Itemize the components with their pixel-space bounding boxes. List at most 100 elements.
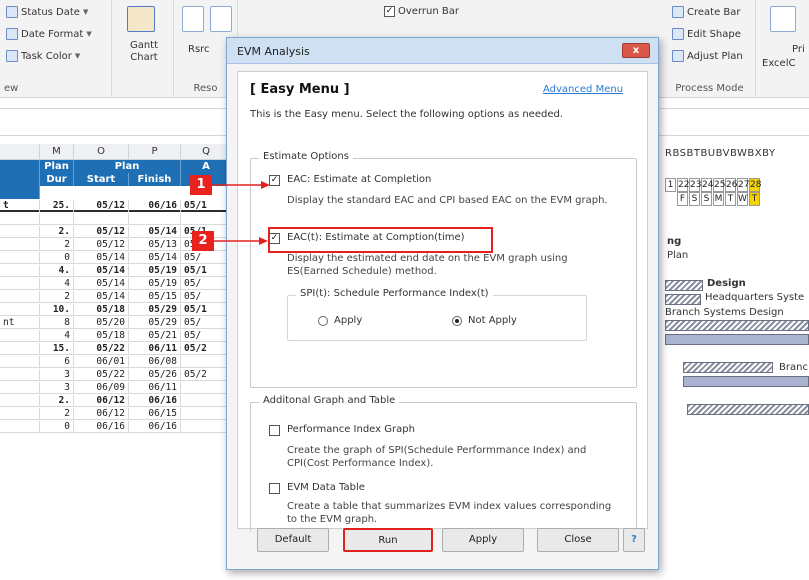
table-row[interactable]: 6 06/01 06/08 <box>0 356 232 368</box>
table-cell-dur[interactable]: 6 <box>40 356 74 368</box>
table-cell-dur[interactable]: 2. <box>40 226 74 238</box>
table-cell-finish[interactable]: 05/14 <box>129 252 181 264</box>
gantt-bar[interactable] <box>665 294 701 305</box>
table-cell-finish[interactable]: 05/29 <box>129 304 181 316</box>
table-cell-dur[interactable]: 4 <box>40 330 74 342</box>
table-cell-finish[interactable]: 05/13 <box>129 239 181 251</box>
table-cell-q[interactable]: 05/1 <box>181 304 232 316</box>
column-header-m[interactable]: M <box>40 144 74 160</box>
table-cell-lead[interactable] <box>0 291 40 303</box>
table-cell-finish[interactable]: 06/08 <box>129 356 181 368</box>
close-dialog-button[interactable]: Close <box>537 528 619 552</box>
table-cell-lead[interactable] <box>0 330 40 342</box>
table-cell-finish[interactable]: 05/29 <box>129 317 181 329</box>
table-row[interactable]: 4 05/14 05/19 05/ <box>0 278 232 290</box>
table-cell-start[interactable]: 05/12 <box>74 239 129 251</box>
table-cell-lead[interactable] <box>0 421 40 433</box>
eac-checkbox[interactable]: ✓ <box>269 175 280 186</box>
apply-button[interactable]: Apply <box>442 528 524 552</box>
eac-label[interactable]: EAC: Estimate at Completion <box>287 174 431 185</box>
apply-radio[interactable] <box>318 316 328 326</box>
table-cell-q[interactable]: 05/ <box>181 330 232 342</box>
date-format-button[interactable]: Date Format ▼ <box>6 28 92 40</box>
excel-export-button[interactable]: ExcelC <box>762 58 795 69</box>
table-row[interactable]: t 25. 05/12 06/16 05/1 <box>0 200 232 212</box>
table-cell-q[interactable]: 05/ <box>181 291 232 303</box>
table-cell-dur[interactable]: 2 <box>40 239 74 251</box>
run-button[interactable]: Run <box>343 528 433 552</box>
table-cell-dur[interactable]: 10. <box>40 304 74 316</box>
table-cell-lead[interactable] <box>0 369 40 381</box>
table-cell-lead[interactable] <box>0 304 40 316</box>
create-bar-button[interactable]: Create Bar <box>672 6 741 18</box>
table-cell-q[interactable]: 05/ <box>181 317 232 329</box>
table-cell-start[interactable]: 06/16 <box>74 421 129 433</box>
table-row[interactable]: 10. 05/18 05/29 05/1 <box>0 304 232 316</box>
table-cell-lead[interactable] <box>0 226 40 238</box>
table-cell-q[interactable] <box>181 395 232 407</box>
table-cell-finish[interactable]: 06/11 <box>129 382 181 394</box>
table-cell-lead[interactable] <box>0 382 40 394</box>
column-header-o[interactable]: O <box>74 144 129 160</box>
table-cell-finish[interactable]: 05/21 <box>129 330 181 342</box>
table-cell-q[interactable]: 05/1 <box>181 200 232 212</box>
table-cell-start[interactable]: 05/12 <box>74 226 129 238</box>
table-cell-q[interactable]: 05/2 <box>181 369 232 381</box>
table-cell-start[interactable]: 06/09 <box>74 382 129 394</box>
table-cell-finish[interactable]: 05/26 <box>129 369 181 381</box>
table-cell-q[interactable]: 05/ <box>181 252 232 264</box>
table-cell-start[interactable]: 05/18 <box>74 304 129 316</box>
column-header[interactable] <box>0 144 40 160</box>
status-date-button[interactable]: Status Date ▼ <box>6 6 88 18</box>
table-cell-lead[interactable] <box>0 239 40 251</box>
default-button[interactable]: Default <box>257 528 329 552</box>
table-cell-start[interactable]: 05/18 <box>74 330 129 342</box>
overrun-bar-checkbox[interactable]: ✓ Overrun Bar <box>384 6 459 17</box>
table-row[interactable]: 3 05/22 05/26 05/2 <box>0 369 232 381</box>
task-color-button[interactable]: Task Color ▼ <box>6 50 80 62</box>
apply-radio-label[interactable]: Apply <box>334 315 362 326</box>
table-cell-dur[interactable]: 0 <box>40 252 74 264</box>
table-cell-finish[interactable]: 06/11 <box>129 343 181 355</box>
table-cell-finish[interactable]: 05/19 <box>129 265 181 277</box>
table-cell-lead[interactable] <box>0 213 40 225</box>
evm-data-table-label[interactable]: EVM Data Table <box>287 482 365 493</box>
table-cell-q[interactable] <box>181 213 232 225</box>
table-cell-start[interactable]: 05/14 <box>74 252 129 264</box>
table-row[interactable]: 2. 06/12 06/16 <box>0 395 232 407</box>
table-cell-finish[interactable]: 05/14 <box>129 226 181 238</box>
dialog-title-bar[interactable]: EVM Analysis x <box>227 38 658 64</box>
not-apply-radio[interactable] <box>452 316 462 326</box>
table-cell-q[interactable] <box>181 421 232 433</box>
table-cell-dur[interactable]: 4 <box>40 278 74 290</box>
table-cell-lead[interactable] <box>0 343 40 355</box>
table-row[interactable] <box>0 213 232 225</box>
table-cell-q[interactable]: 05/2 <box>181 343 232 355</box>
gantt-bar[interactable] <box>683 362 773 373</box>
table-cell-start[interactable] <box>74 213 129 225</box>
table-cell-q[interactable]: 05/1 <box>181 265 232 277</box>
column-header-p[interactable]: P <box>129 144 181 160</box>
advanced-menu-link[interactable]: Advanced Menu <box>543 84 623 95</box>
adjust-plan-button[interactable]: Adjust Plan <box>672 50 743 62</box>
table-cell-lead[interactable]: t <box>0 200 40 212</box>
table-row[interactable]: 0 05/14 05/14 05/ <box>0 252 232 264</box>
table-cell-start[interactable]: 05/14 <box>74 265 129 277</box>
table-row[interactable]: 2 06/12 06/15 <box>0 408 232 420</box>
performance-index-label[interactable]: Performance Index Graph <box>287 424 415 435</box>
table-cell-lead[interactable] <box>0 395 40 407</box>
table-cell-start[interactable]: 05/14 <box>74 291 129 303</box>
table-cell-start[interactable]: 05/20 <box>74 317 129 329</box>
table-cell-lead[interactable] <box>0 278 40 290</box>
table-cell-dur[interactable]: 0 <box>40 421 74 433</box>
edit-shape-button[interactable]: Edit Shape <box>672 28 741 40</box>
table-cell-lead[interactable] <box>0 408 40 420</box>
table-cell-dur[interactable]: 25. <box>40 200 74 212</box>
table-row[interactable]: 3 06/09 06/11 <box>0 382 232 394</box>
table-cell-q[interactable]: 05/ <box>181 278 232 290</box>
gantt-bar[interactable] <box>683 376 809 387</box>
table-cell-lead[interactable]: nt <box>0 317 40 329</box>
table-row[interactable]: 4. 05/14 05/19 05/1 <box>0 265 232 277</box>
gantt-bar[interactable] <box>665 320 809 331</box>
table-cell-dur[interactable]: 2 <box>40 408 74 420</box>
